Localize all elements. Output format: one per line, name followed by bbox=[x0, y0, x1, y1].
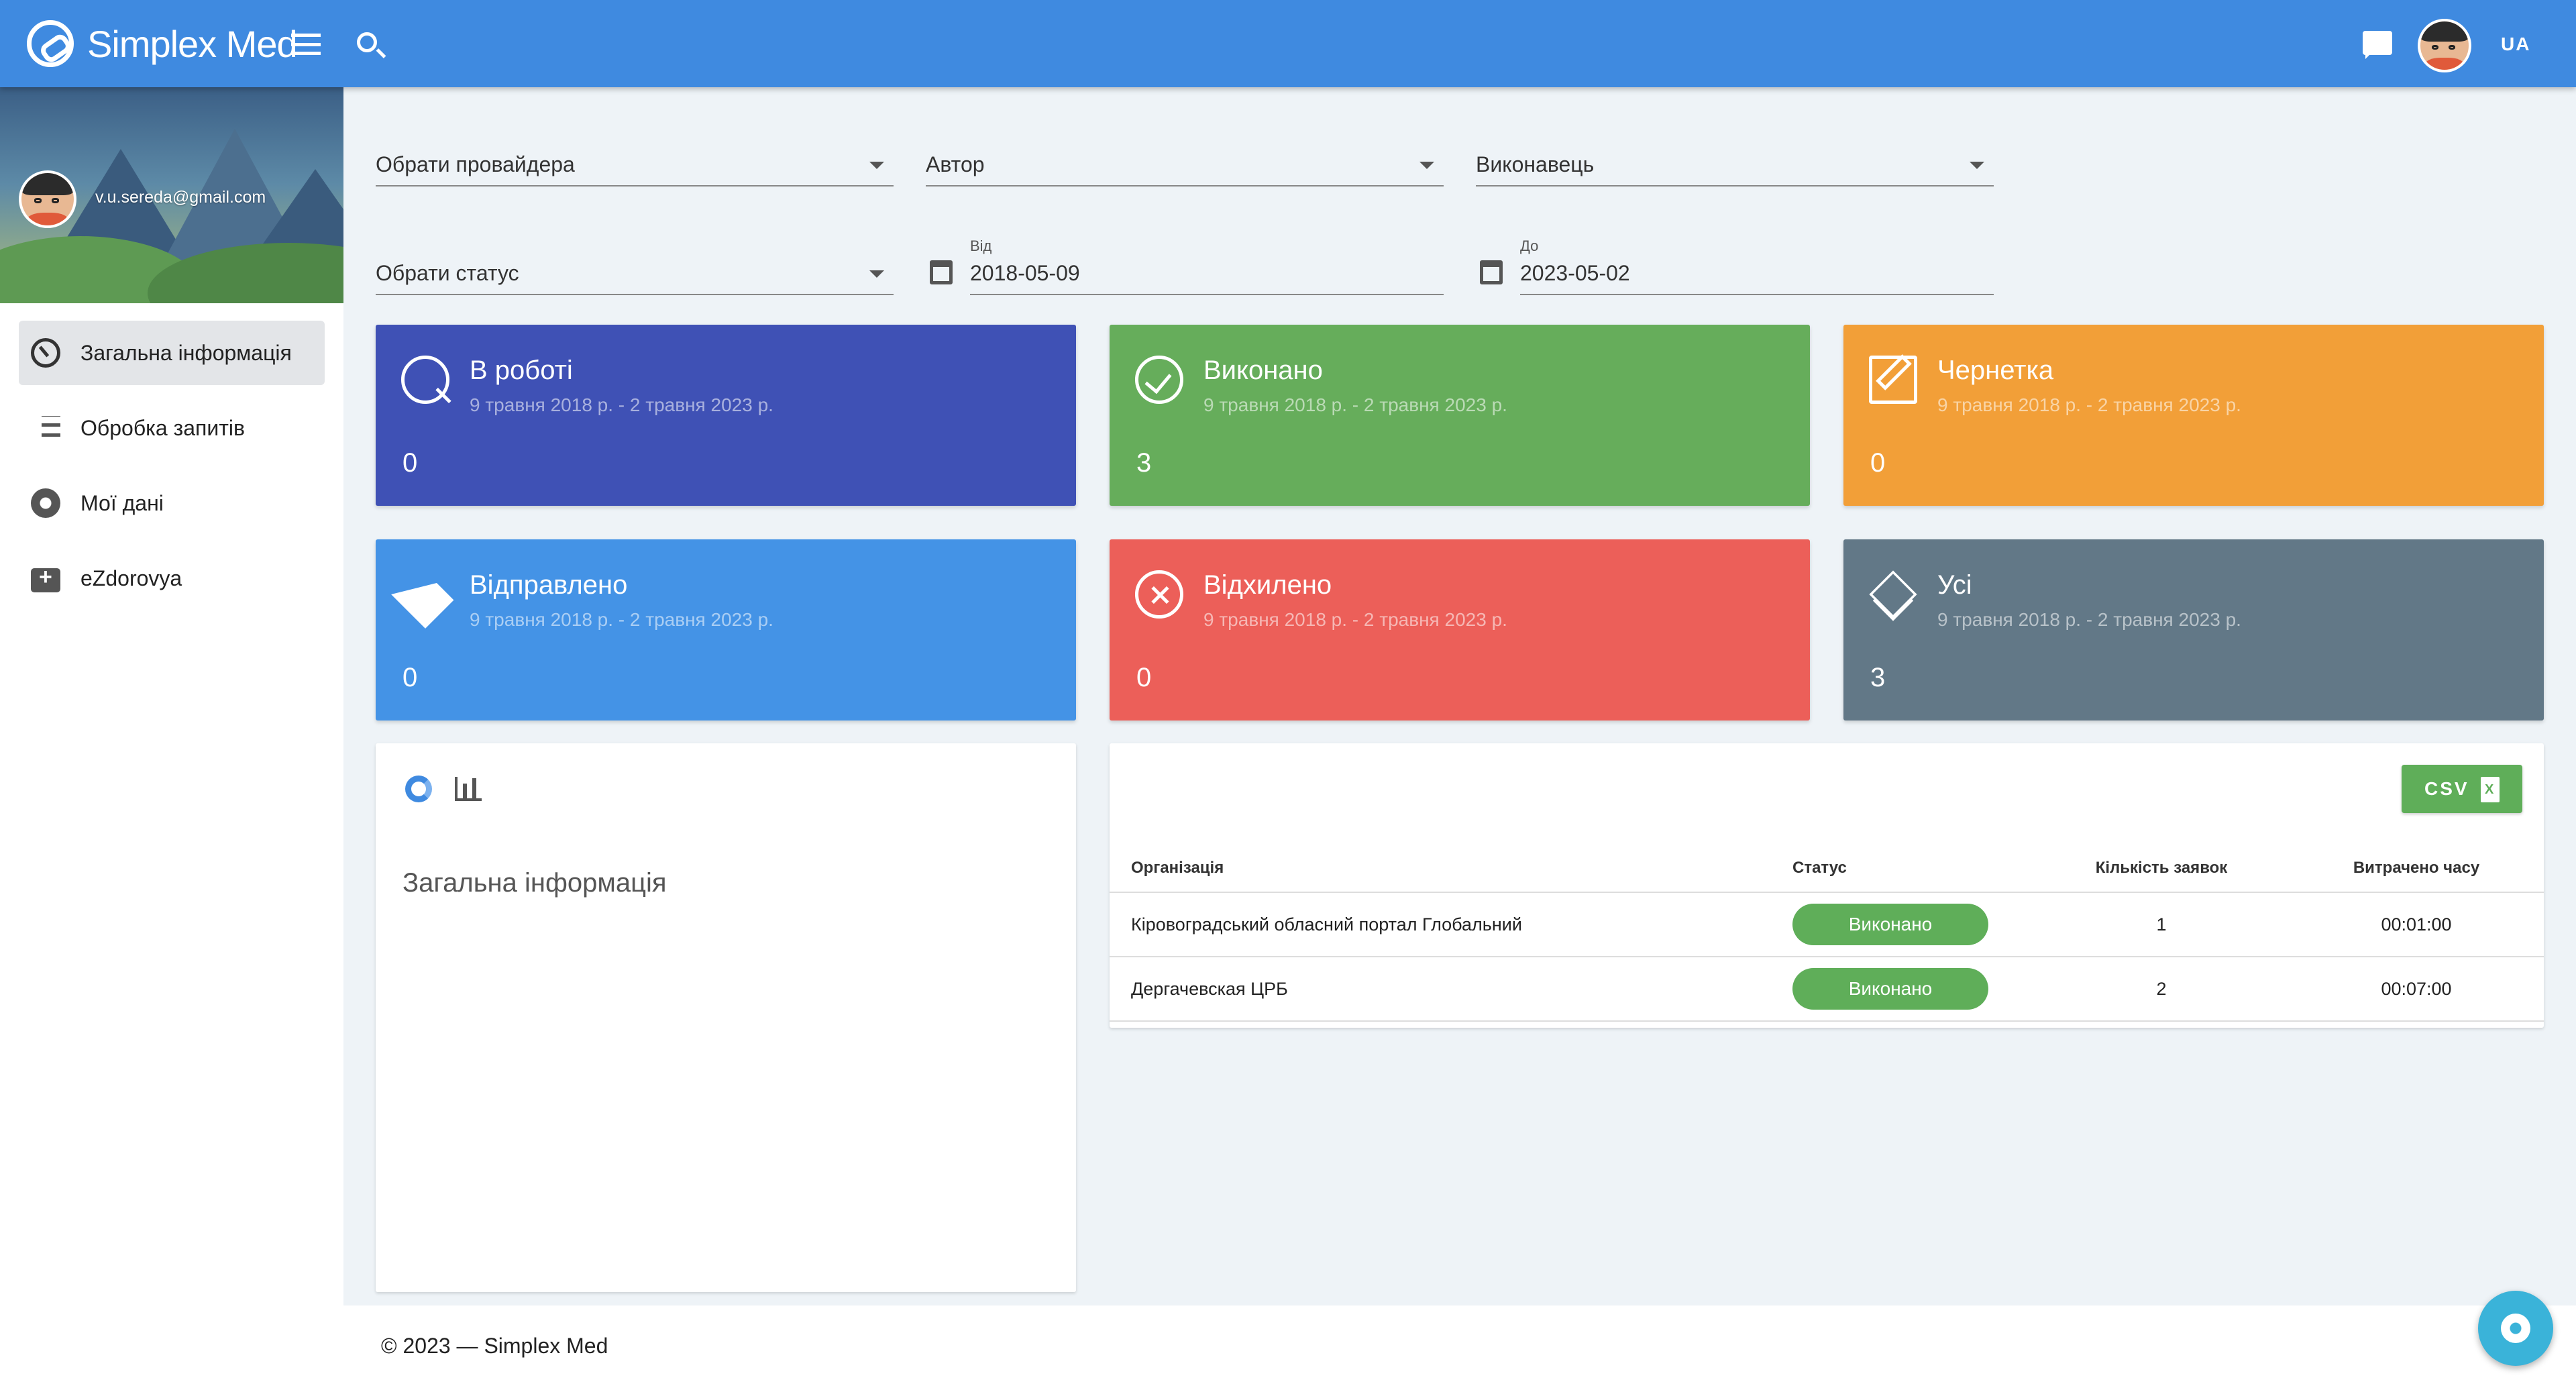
table-row[interactable]: Кіровоградський обласний портал Глобальн… bbox=[1110, 892, 2544, 957]
overview-panel: Загальна інформація bbox=[376, 743, 1076, 1292]
author-select[interactable]: Автор bbox=[926, 148, 1444, 186]
calendar-icon[interactable] bbox=[1480, 260, 1503, 284]
status-select[interactable]: Обрати статус bbox=[376, 256, 894, 295]
csv-export-button[interactable]: CSV bbox=[2402, 765, 2522, 813]
card-count: 0 bbox=[1136, 663, 1152, 692]
card-all[interactable]: Усі 9 травня 2018 р. - 2 травня 2023 р. … bbox=[1843, 539, 2544, 721]
table-row[interactable]: Дергачевская ЦРБ Виконано 2 00:07:00 bbox=[1110, 957, 2544, 1022]
calendar-icon[interactable] bbox=[930, 260, 953, 284]
dropdown-arrow-icon bbox=[869, 270, 884, 278]
column-header[interactable]: Кількість заявок bbox=[2034, 844, 2289, 893]
pie-chart-icon[interactable] bbox=[405, 776, 432, 802]
search-icon[interactable] bbox=[357, 32, 377, 52]
column-header[interactable]: Статус bbox=[1792, 844, 2034, 893]
sidebar-item-my-data[interactable]: Мої дані bbox=[19, 471, 325, 535]
sidebar-item-ezdorovya[interactable]: eZdorovya bbox=[19, 546, 325, 610]
card-count: 0 bbox=[402, 663, 418, 692]
cancel-circle-icon bbox=[1135, 570, 1183, 619]
sidebar-item-requests[interactable]: Обробка запитів bbox=[19, 396, 325, 460]
organization-cell: Дергачевская ЦРБ bbox=[1110, 957, 1792, 1022]
card-rejected[interactable]: Відхилено 9 травня 2018 р. - 2 травня 20… bbox=[1110, 539, 1810, 721]
sidebar: v.u.sereda@gmail.com Загальна інформація… bbox=[0, 87, 343, 1386]
status-badge: Виконано bbox=[1792, 904, 1988, 945]
check-circle-icon bbox=[1135, 356, 1183, 404]
card-count: 0 bbox=[1870, 448, 1886, 478]
provider-select[interactable]: Обрати провайдера bbox=[376, 148, 894, 186]
layers-icon bbox=[1869, 570, 1917, 619]
edit-icon bbox=[1869, 356, 1917, 404]
user-email: v.u.sereda@gmail.com bbox=[95, 188, 266, 207]
dropdown-arrow-icon bbox=[869, 162, 884, 169]
column-header[interactable]: Витрачено часу bbox=[2289, 844, 2544, 893]
top-avatar[interactable] bbox=[2418, 19, 2471, 72]
dashboard-icon bbox=[31, 338, 60, 368]
time-spent-cell: 00:07:00 bbox=[2289, 957, 2544, 1022]
top-bar: Simplex Med UA bbox=[0, 0, 2576, 87]
date-to-field[interactable]: До 2023-05-02 bbox=[1520, 237, 1994, 295]
card-count: 3 bbox=[1136, 448, 1152, 478]
excel-file-icon bbox=[2481, 777, 2500, 802]
card-sent[interactable]: Відправлено 9 травня 2018 р. - 2 травня … bbox=[376, 539, 1076, 721]
footer: © 2023 — Simplex Med bbox=[343, 1305, 2576, 1386]
card-completed[interactable]: Виконано 9 травня 2018 р. - 2 травня 202… bbox=[1110, 325, 1810, 506]
request-count-cell: 1 bbox=[2034, 892, 2289, 957]
status-badge: Виконано bbox=[1792, 968, 1988, 1010]
card-count: 0 bbox=[402, 448, 418, 478]
menu-icon[interactable] bbox=[291, 34, 321, 55]
profile-banner: v.u.sereda@gmail.com bbox=[0, 87, 343, 303]
app-name: Simplex Med bbox=[87, 22, 298, 65]
time-spent-cell: 00:01:00 bbox=[2289, 892, 2544, 957]
search-icon bbox=[401, 356, 449, 404]
card-count: 3 bbox=[1870, 663, 1886, 692]
date-from-field[interactable]: Від 2018-05-09 bbox=[970, 237, 1444, 295]
organization-cell: Кіровоградський обласний портал Глобальн… bbox=[1110, 892, 1792, 957]
logo-icon bbox=[27, 20, 74, 67]
send-icon bbox=[391, 560, 460, 629]
organizations-table: Організація Статус Кількість заявок Витр… bbox=[1110, 844, 2544, 1022]
overview-title: Загальна інформація bbox=[402, 868, 667, 898]
sidebar-item-label: Загальна інформація bbox=[80, 340, 292, 365]
medical-kit-icon bbox=[31, 564, 60, 592]
profile-avatar[interactable] bbox=[19, 170, 76, 228]
sidebar-nav: Загальна інформація Обробка запитів Мої … bbox=[19, 321, 325, 621]
organizations-table-panel: CSV Організація Статус Кількість заявок … bbox=[1110, 743, 2544, 1028]
footer-copyright: © 2023 — Simplex Med bbox=[381, 1334, 608, 1358]
chat-icon[interactable] bbox=[2363, 31, 2392, 59]
card-draft[interactable]: Чернетка 9 травня 2018 р. - 2 травня 202… bbox=[1843, 325, 2544, 506]
list-icon bbox=[42, 416, 60, 440]
dropdown-arrow-icon bbox=[1970, 162, 1984, 169]
executor-select[interactable]: Виконавець bbox=[1476, 148, 1994, 186]
app-logo[interactable]: Simplex Med bbox=[27, 20, 298, 67]
sidebar-item-overview[interactable]: Загальна інформація bbox=[19, 321, 325, 385]
table-header-row: Організація Статус Кількість заявок Витр… bbox=[1110, 844, 2544, 893]
settings-fab-button[interactable] bbox=[2478, 1291, 2553, 1366]
sidebar-item-label: Обробка запитів bbox=[80, 415, 245, 440]
language-switch[interactable]: UA bbox=[2501, 34, 2530, 55]
dropdown-arrow-icon bbox=[1419, 162, 1434, 169]
sidebar-item-label: eZdorovya bbox=[80, 566, 182, 590]
column-header[interactable]: Організація bbox=[1110, 844, 1792, 893]
gear-icon bbox=[31, 488, 60, 518]
sidebar-item-label: Мої дані bbox=[80, 490, 164, 515]
request-count-cell: 2 bbox=[2034, 957, 2289, 1022]
bar-chart-icon[interactable] bbox=[455, 777, 482, 801]
card-in-progress[interactable]: В роботі 9 травня 2018 р. - 2 травня 202… bbox=[376, 325, 1076, 506]
